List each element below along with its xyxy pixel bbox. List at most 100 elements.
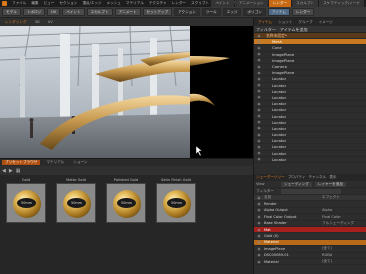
visibility-eye-icon[interactable]: ◉: [254, 126, 264, 130]
shader-tree-rows: ◉ Render ◉ Alpha Output Alpha ◉ Final Color Ou…: [254, 201, 366, 266]
item-list-tab-items[interactable]: アイテム: [256, 20, 274, 25]
menu-item-select[interactable]: セクション: [59, 1, 77, 6]
item-list-row-label: Locator: [272, 125, 287, 131]
item-list-row[interactable]: ◉ Locator: [254, 157, 366, 163]
viewport-tab-uv[interactable]: UV: [45, 20, 56, 24]
filter-field[interactable]: [281, 188, 341, 194]
tab-properties[interactable]: プロパティ: [288, 175, 306, 180]
tab-channels[interactable]: チャンネル: [308, 175, 326, 180]
toolbar-action-button[interactable]: アクション: [174, 8, 200, 16]
visibility-eye-icon[interactable]: ◉: [254, 102, 264, 106]
visibility-eye-icon[interactable]: ◉: [254, 157, 264, 161]
menu-item-script[interactable]: スクリプト: [191, 1, 209, 6]
column-name[interactable]: 名前: [264, 195, 322, 200]
visibility-eye-icon[interactable]: ◉: [254, 228, 264, 232]
visibility-eye-icon[interactable]: ◉: [254, 215, 264, 219]
tab-display[interactable]: 表示: [329, 175, 336, 180]
shader-layer-effect: (全て): [322, 246, 332, 251]
layout-tab-render[interactable]: レンダー: [268, 0, 292, 7]
toolbar-polygon-button[interactable]: ポリゴン: [243, 8, 266, 16]
menu-item-mesh[interactable]: メッシュ: [107, 1, 121, 6]
menu-item-material[interactable]: マテリアル: [126, 1, 144, 6]
visibility-eye-icon[interactable]: ◉: [254, 89, 264, 93]
column-effect[interactable]: エフェクト: [322, 195, 340, 200]
toolbar-paint-button[interactable]: ペイント: [62, 8, 85, 16]
preset-tile[interactable]: Matte Gold 50mm: [56, 178, 96, 226]
visibility-eye-icon[interactable]: ◉: [254, 108, 264, 112]
visibility-eye-icon[interactable]: ◉: [254, 95, 264, 99]
add-item-button[interactable]: アイテムを追加: [280, 27, 308, 32]
menu-item-file[interactable]: ファイル: [12, 1, 26, 6]
visibility-eye-icon[interactable]: ◉: [254, 253, 264, 257]
preset-grid-icon[interactable]: ▦: [16, 168, 21, 174]
render-preview-image: [0, 26, 253, 158]
menu-item-edit[interactable]: 編集: [31, 1, 38, 6]
item-list-row-label: Cone: [272, 45, 282, 51]
toolbar-tool-button[interactable]: ツール: [201, 8, 221, 16]
toolbar-uv-button[interactable]: UV: [47, 8, 61, 16]
visibility-eye-icon[interactable]: ◉: [254, 247, 264, 251]
toolbar-item-button[interactable]: アイテム: [267, 8, 290, 16]
toolbar-animate-button[interactable]: アニメート: [114, 8, 141, 16]
visibility-eye-icon[interactable]: ◉: [254, 120, 264, 124]
render-viewport[interactable]: [0, 26, 253, 158]
item-list-row-label: Camera: [272, 64, 287, 70]
preset-tab-material[interactable]: マテリアル: [43, 160, 67, 165]
toolbar-edge-button[interactable]: エッジ: [222, 8, 242, 16]
visibility-eye-icon[interactable]: ◉: [254, 65, 264, 69]
visibility-eye-icon[interactable]: ◉: [254, 52, 264, 56]
visibility-eye-icon[interactable]: ◉: [254, 71, 264, 75]
preset-tab-scene[interactable]: ショーン: [70, 160, 90, 165]
item-list-filter[interactable]: フィルター: [256, 27, 276, 32]
visibility-eye-icon[interactable]: ◉: [254, 77, 264, 81]
visibility-eye-icon[interactable]: ◉: [254, 151, 264, 155]
layout-tab-paint[interactable]: ペイント: [211, 0, 234, 7]
visibility-eye-icon[interactable]: ◉: [254, 46, 264, 50]
preset-tile[interactable]: Gold 50mm: [6, 178, 46, 226]
visibility-eye-icon[interactable]: ◉: [254, 114, 264, 118]
visibility-eye-icon[interactable]: ◉: [254, 139, 264, 143]
visibility-eye-icon[interactable]: ◉: [254, 234, 264, 238]
viewport-tabs: レンダリング 3D UV: [0, 18, 253, 26]
visibility-eye-icon[interactable]: ◉: [254, 83, 264, 87]
visibility-eye-icon[interactable]: ◉: [254, 58, 264, 62]
layout-tab-animation[interactable]: アニメーション: [234, 0, 268, 7]
visibility-eye-icon[interactable]: ◉: [254, 221, 264, 225]
view-select[interactable]: シェーディング: [281, 181, 312, 187]
layout-tab-schematic[interactable]: スケマティック/ノード: [319, 0, 364, 7]
item-list-tab-images[interactable]: イメージ: [317, 20, 335, 25]
toolbar-model-button[interactable]: モデル: [2, 8, 21, 16]
layout-tab-sculpt[interactable]: スカルプト: [292, 0, 319, 7]
item-list-tab-shots[interactable]: ショット: [276, 20, 294, 25]
visibility-eye-icon[interactable]: ◉: [254, 40, 264, 44]
visibility-eye-icon[interactable]: ◉: [254, 260, 264, 264]
menu-item-view[interactable]: ビュー: [44, 1, 55, 6]
item-list-row-label: Locator: [272, 138, 287, 144]
preset-forward-icon[interactable]: ▶: [9, 168, 13, 174]
preset-tile[interactable]: Polished Gold 50mm: [106, 178, 146, 226]
toolbar-sculpt-button[interactable]: スカルプト: [86, 8, 113, 16]
visibility-eye-icon[interactable]: ◉: [254, 145, 264, 149]
item-list-row-label: Locator: [272, 132, 287, 138]
preset-tab-browser[interactable]: プリセットブラウザ: [2, 160, 41, 165]
visibility-eye-icon[interactable]: ◉: [254, 133, 264, 137]
item-list-tab-groups[interactable]: グループ: [296, 20, 314, 25]
visibility-eye-icon[interactable]: ◉: [254, 208, 264, 212]
toolbar-render-button[interactable]: レンダー: [291, 8, 315, 16]
tab-shader-tree[interactable]: シェーダーツリー: [256, 175, 285, 180]
shader-tree-row[interactable]: ◉ Material (全て): [254, 259, 366, 266]
toolbar-setup-button[interactable]: セットアップ: [142, 8, 173, 16]
toolbar-topology-button[interactable]: トポロジ: [22, 8, 46, 16]
visibility-eye-icon[interactable]: ◉: [254, 240, 264, 244]
visibility-eye-icon[interactable]: ◉: [254, 202, 264, 206]
menu-item-render[interactable]: レンダー: [172, 1, 186, 6]
preset-tile[interactable]: Satin Finish Gold 50mm: [156, 178, 196, 226]
viewport-tab-3d[interactable]: 3D: [32, 20, 43, 24]
menu-item-texture[interactable]: テクスチャ: [149, 1, 167, 6]
visibility-eye-icon[interactable]: ◉: [254, 34, 264, 38]
menu-item-vertex-edge[interactable]: 頂点/エッジ: [82, 1, 101, 6]
viewport-tab-render[interactable]: レンダリング: [2, 20, 30, 25]
preset-thumbnail: 50mm: [6, 183, 46, 223]
preset-back-icon[interactable]: ◀: [2, 168, 6, 174]
add-layer-button[interactable]: レイヤーを追加: [314, 181, 346, 187]
